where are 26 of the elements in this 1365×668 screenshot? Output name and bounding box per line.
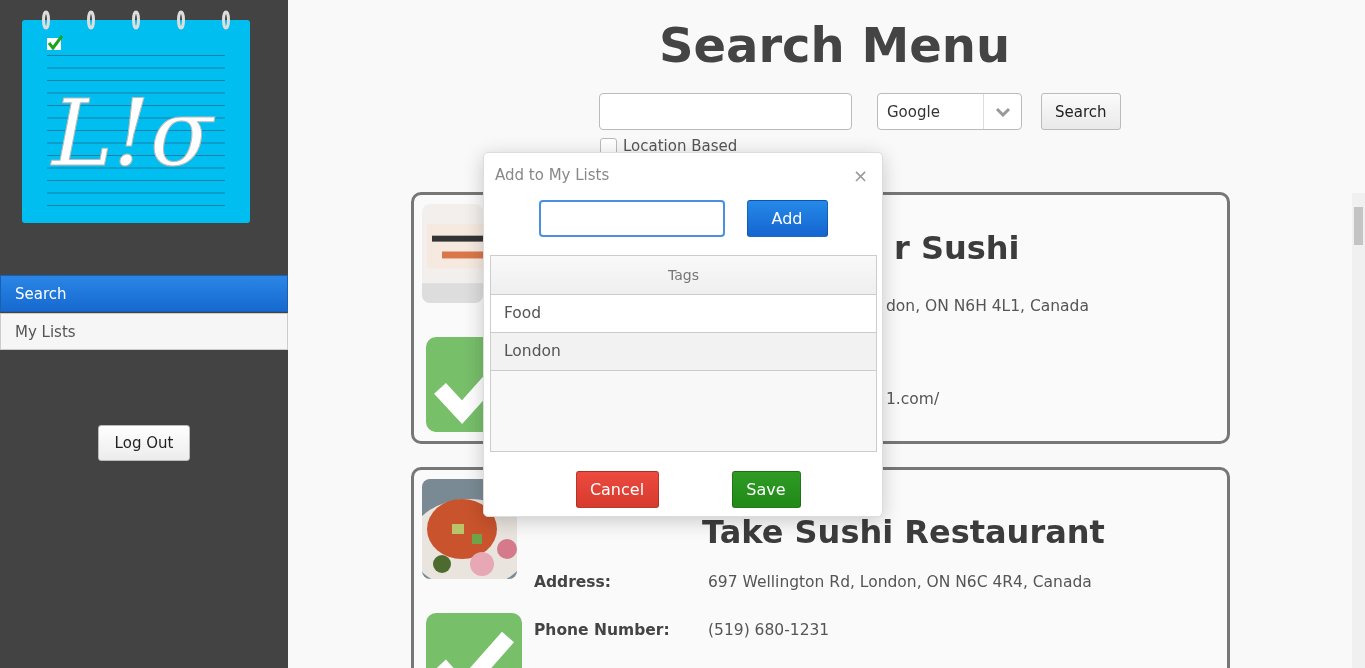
scrollbar[interactable] [1352,193,1365,668]
field-value: (519) 680-1231 [708,620,830,641]
checkbox-label: Location Based [623,137,738,155]
dialog-title: Add to My Lists [495,166,610,184]
field-label: Phone Number: [534,620,671,641]
logout-button[interactable]: Log Out [97,425,191,461]
chevron-icon [994,106,1011,117]
restaurant-name: r Sushi [894,230,1021,266]
list-name-field[interactable] [538,200,725,237]
tag-row[interactable]: London [491,333,876,371]
save-button[interactable]: Save [731,471,801,508]
field-value: don, ON N6H 4L1, Canada [886,296,1089,317]
restaurant-name: Take Sushi Restaurant [702,514,1106,550]
search-button[interactable]: Search [1041,93,1121,130]
nav-item[interactable]: Search [0,275,288,312]
notepad-logo: L!σ [22,10,252,225]
field-value: 697 Wellington Rd, London, ON N6C 4R4, Canada [708,572,1092,593]
engine-dropdown[interactable]: Google [877,93,1022,130]
cancel-button[interactable]: Cancel [575,471,659,508]
field-label: Address: [534,572,612,593]
field-value: 1.com/ [886,389,940,410]
nav-item[interactable]: My Lists [0,313,288,350]
tag-row[interactable]: Food [491,295,876,333]
page-title: Search Menu [657,16,1012,75]
search-field[interactable] [599,93,852,130]
add-button[interactable]: Add [746,200,828,237]
